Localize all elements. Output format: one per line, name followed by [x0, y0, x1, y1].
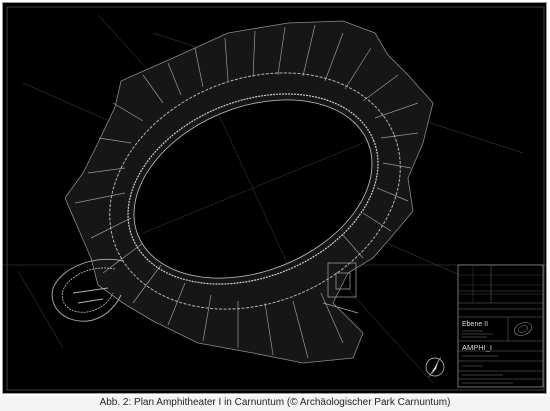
- figure-caption: Abb. 2: Plan Amphitheater I in Carnuntum…: [0, 396, 550, 411]
- amphitheater-plan: Ebene II AMPHI_I: [3, 6, 546, 391]
- north-arrow-icon: [425, 356, 445, 378]
- plan-drawing: Ebene II AMPHI_I: [2, 2, 547, 394]
- title-block: Ebene II AMPHI_I: [457, 264, 544, 388]
- level-label: Ebene II: [462, 321, 488, 328]
- drawing-code: AMPHI_I: [462, 343, 492, 352]
